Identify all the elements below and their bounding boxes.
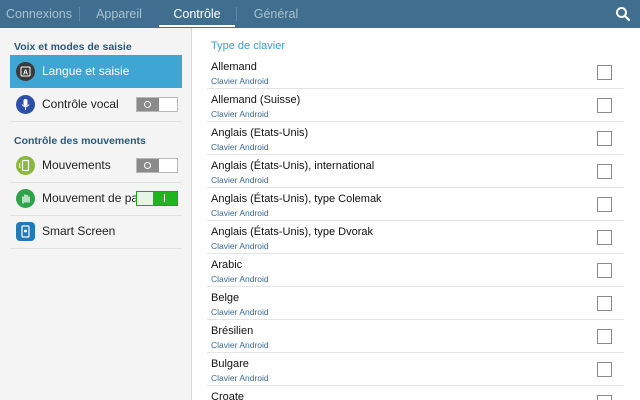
- sidebar-item-smart-screen[interactable]: Smart Screen: [10, 215, 182, 248]
- keyboard-name: Anglais (États-Unis), international: [211, 160, 375, 172]
- palm-motion-icon: [16, 189, 35, 208]
- sidebar-item-label: Langue et saisie: [42, 64, 130, 78]
- list-item[interactable]: Anglais (États-Unis), international Clavi…: [207, 155, 624, 188]
- sidebar-item-voice-control[interactable]: Contrôle vocal: [10, 88, 182, 121]
- tab-appareil[interactable]: Appareil: [80, 0, 158, 28]
- palm-motion-toggle[interactable]: [136, 191, 178, 206]
- list-item[interactable]: Brésilien Clavier Android: [207, 320, 624, 353]
- sidebar-item-label: Contrôle vocal: [42, 97, 119, 111]
- keyboard-name: Bulgare: [211, 358, 249, 370]
- toggle-knob: [137, 98, 159, 111]
- keyboard-name: Croate: [211, 391, 245, 400]
- search-button[interactable]: [614, 5, 632, 23]
- keyboard-source: Clavier Android: [211, 274, 269, 284]
- keyboard-checkbox[interactable]: [597, 395, 612, 400]
- svg-text:A: A: [23, 70, 28, 77]
- keyboard-name: Allemand: [211, 61, 257, 73]
- sidebar-item-label: Smart Screen: [42, 224, 116, 238]
- keyboard-checkbox[interactable]: [597, 263, 612, 278]
- keyboard-source: Clavier Android: [211, 109, 269, 119]
- sidebar-item-label: Mouvement de paume: [42, 191, 142, 205]
- list-item[interactable]: Allemand (Suisse) Clavier Android: [207, 89, 624, 122]
- keyboard-source: Clavier Android: [211, 340, 269, 350]
- keyboard-name: Anglais (États-Unis), type Dvorak: [211, 226, 373, 238]
- voice-control-toggle[interactable]: [136, 97, 178, 112]
- tab-controle[interactable]: Contrôle: [159, 0, 235, 28]
- keyboard-name: Anglais (États-Unis), type Colemak: [211, 193, 382, 205]
- keyboard-a-icon: A: [16, 62, 35, 81]
- list-item[interactable]: Anglais (États-Unis), type Dvorak Clavier…: [207, 221, 624, 254]
- list-header: Type de clavier: [211, 40, 285, 52]
- list-item[interactable]: Allemand Clavier Android: [207, 56, 624, 89]
- motions-toggle[interactable]: [136, 158, 178, 173]
- list-item[interactable]: Bulgare Clavier Android: [207, 353, 624, 386]
- phone-motion-icon: [16, 156, 35, 175]
- keyboard-checkbox[interactable]: [597, 131, 612, 146]
- keyboard-checkbox[interactable]: [597, 98, 612, 113]
- search-icon: [616, 7, 631, 22]
- list-item[interactable]: CroateClavier Android: [207, 386, 624, 400]
- toggle-knob: [153, 192, 177, 205]
- sidebar-item-palm-motion[interactable]: Mouvement de paume: [10, 182, 182, 215]
- section-title-motion-control: Contrôle des mouvements: [14, 135, 146, 147]
- keyboard-checkbox[interactable]: [597, 362, 612, 377]
- keyboard-name: Arabic: [211, 259, 243, 271]
- microphone-icon: [16, 95, 35, 114]
- keyboard-checkbox[interactable]: [597, 230, 612, 245]
- tab-general[interactable]: Général: [237, 0, 315, 28]
- keyboard-type-list: Type de clavier Allemand Clavier Android A…: [193, 28, 640, 400]
- keyboard-name: Belge: [211, 292, 240, 304]
- tab-connexions[interactable]: Connexions: [0, 0, 78, 28]
- keyboard-checkbox[interactable]: [597, 164, 612, 179]
- keyboard-source: Clavier Android: [211, 142, 269, 152]
- keyboard-source: Clavier Android: [211, 208, 269, 218]
- list-item[interactable]: Arabic Clavier Android: [207, 254, 624, 287]
- keyboard-source: Clavier Android: [211, 307, 269, 317]
- keyboard-name: Allemand (Suisse): [211, 94, 301, 106]
- keyboard-name: Brésilien: [211, 325, 254, 337]
- top-tab-bar: Connexions Appareil Contrôle Général: [0, 0, 640, 28]
- sidebar-item-motions[interactable]: Mouvements: [10, 149, 182, 182]
- sidebar-item-language-input[interactable]: A Langue et saisie: [10, 55, 182, 88]
- keyboard-source: Clavier Android: [211, 373, 269, 383]
- list-item[interactable]: Anglais (Etats-Unis) Clavier Android: [207, 122, 624, 155]
- left-settings-panel: Voix et modes de saisie A Langue et sais…: [0, 28, 192, 400]
- keyboard-source: Clavier Android: [211, 76, 269, 86]
- divider: [10, 248, 182, 249]
- keyboard-name: Anglais (Etats-Unis): [211, 127, 309, 139]
- list-item[interactable]: Belge Clavier Android: [207, 287, 624, 320]
- keyboard-checkbox[interactable]: [597, 296, 612, 311]
- sidebar-item-label: Mouvements: [42, 158, 111, 172]
- keyboard-source: Clavier Android: [211, 241, 269, 251]
- divider: [10, 121, 182, 122]
- keyboard-source: Clavier Android: [211, 175, 269, 185]
- keyboard-checkbox[interactable]: [597, 65, 612, 80]
- smart-screen-icon: [16, 222, 35, 241]
- toggle-knob: [137, 159, 159, 172]
- keyboard-checkbox[interactable]: [597, 329, 612, 344]
- section-title-voice-input: Voix et modes de saisie: [14, 41, 132, 53]
- keyboard-checkbox[interactable]: [597, 197, 612, 212]
- list-item[interactable]: Anglais (États-Unis), type Colemak Clavie…: [207, 188, 624, 221]
